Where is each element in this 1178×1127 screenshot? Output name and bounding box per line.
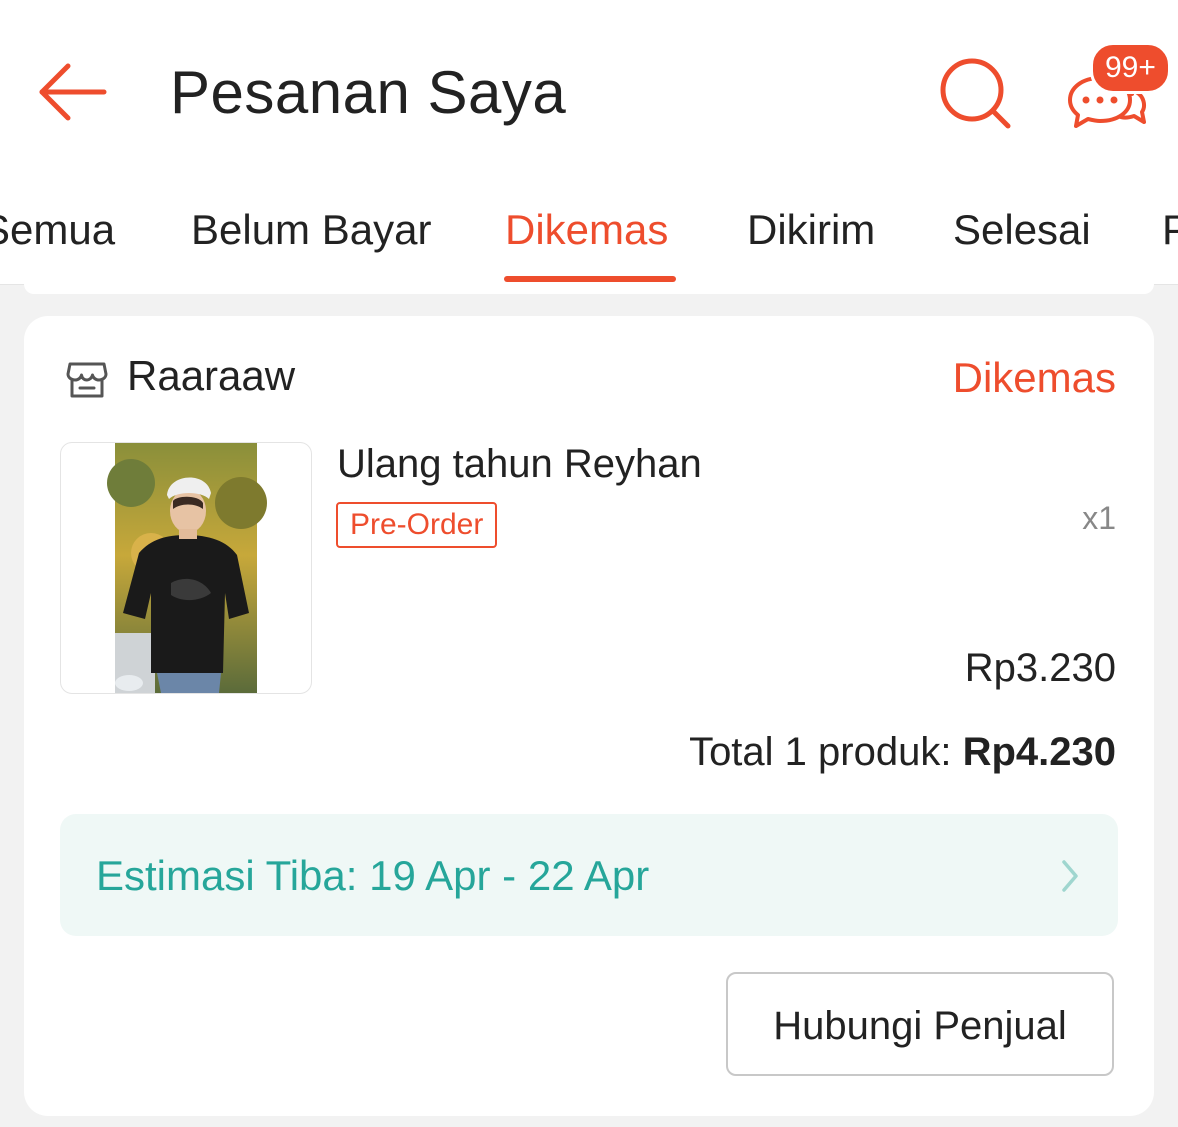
tab-selesai[interactable]: Selesai <box>953 206 1091 254</box>
order-total: Total 1 produk: Rp4.230 <box>689 730 1116 775</box>
estimated-arrival-row[interactable]: Estimasi Tiba: 19 Apr - 22 Apr <box>60 814 1118 936</box>
product-name[interactable]: Ulang tahun Reyhan <box>337 442 702 487</box>
estimated-arrival-text: Estimasi Tiba: 19 Apr - 22 Apr <box>96 852 650 899</box>
page-title: Pesanan Saya <box>170 59 567 126</box>
arrow-left-icon <box>39 63 107 121</box>
total-label: Total 1 produk: <box>689 730 952 774</box>
order-status-tabs: Semua Belum Bayar Dikemas Dikirim Selesa… <box>0 180 1178 285</box>
preorder-tag: Pre-Order <box>336 502 498 548</box>
chat-unread-badge: 99+ <box>1090 42 1171 94</box>
back-button[interactable] <box>38 60 110 124</box>
product-image[interactable] <box>60 442 312 694</box>
product-quantity: x1 <box>1082 500 1116 536</box>
store-icon <box>66 362 108 398</box>
product-photo <box>107 443 267 693</box>
store-name[interactable]: Raaraaw <box>127 352 295 400</box>
previous-card-edge <box>24 284 1154 294</box>
product-price: Rp3.230 <box>964 646 1116 690</box>
tab-dikirim[interactable]: Dikirim <box>747 206 875 254</box>
tab-next-partial[interactable]: P <box>1162 206 1178 254</box>
chevron-right-icon <box>1062 860 1078 892</box>
order-card[interactable]: Raaraaw Dikemas Ulang tahun Reyhan Pre-O… <box>24 316 1154 1116</box>
tab-dikemas[interactable]: Dikemas <box>505 206 668 254</box>
tab-semua[interactable]: Semua <box>0 206 115 254</box>
search-icon <box>940 58 1011 129</box>
total-value: Rp4.230 <box>962 730 1116 774</box>
app-header: Pesanan Saya 99+ <box>0 0 1178 180</box>
search-button[interactable] <box>936 54 1016 134</box>
order-status: Dikemas <box>952 354 1116 401</box>
contact-seller-button[interactable]: Hubungi Penjual <box>726 972 1114 1076</box>
active-tab-indicator <box>504 276 676 282</box>
tab-belum-bayar[interactable]: Belum Bayar <box>191 206 431 254</box>
